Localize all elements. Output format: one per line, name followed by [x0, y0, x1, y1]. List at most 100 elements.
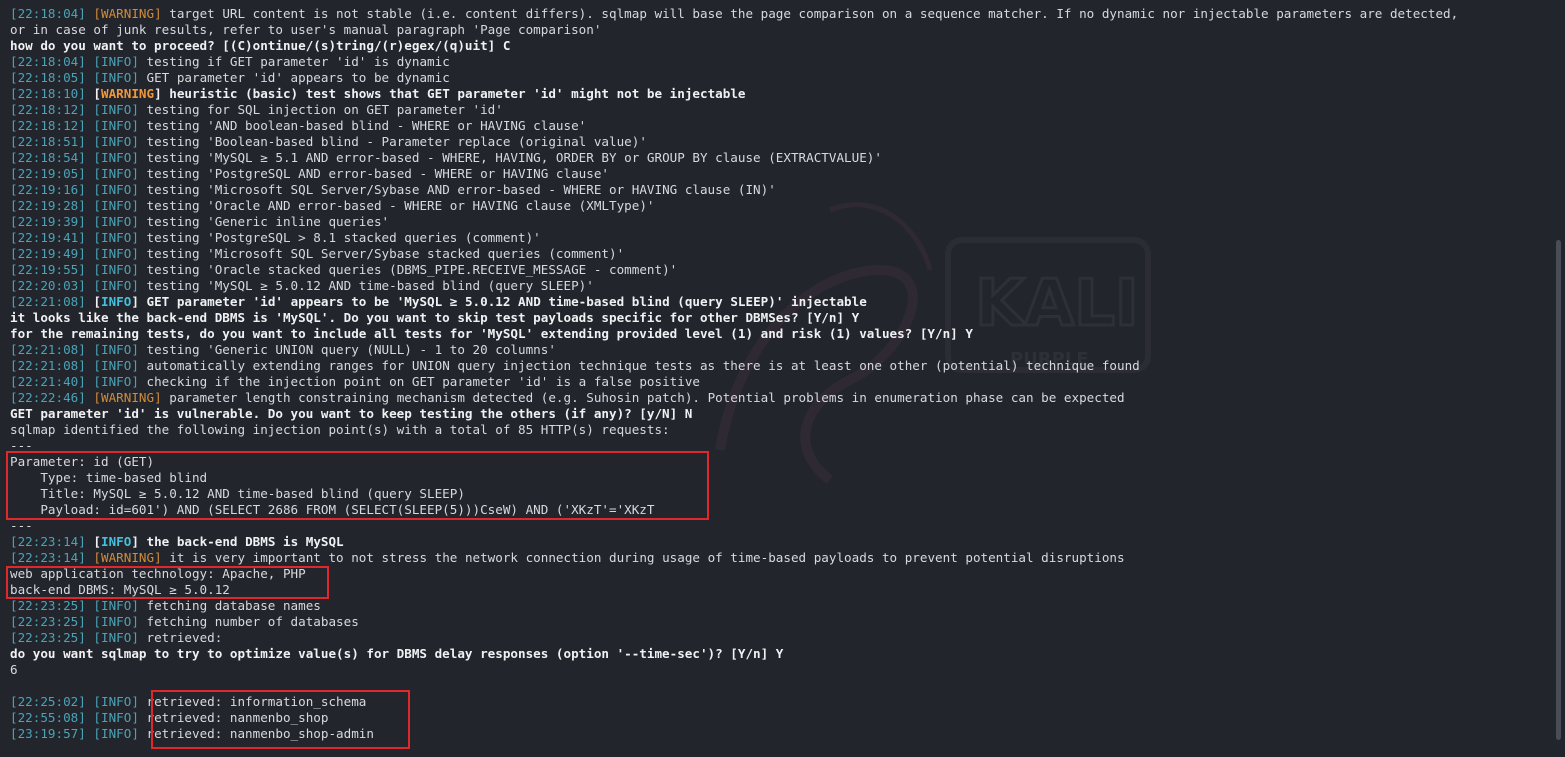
terminal-line: [22:21:08] [INFO] testing 'Generic UNION… — [10, 342, 1540, 358]
line-segment: [WARNING] — [93, 550, 162, 565]
line-segment: for the remaining tests, do you want to … — [10, 326, 973, 341]
line-segment: [22:25:02] — [10, 694, 94, 709]
line-segment: INFO — [101, 534, 132, 549]
line-segment: how do you want to proceed? [(C)ontinue/… — [10, 38, 511, 53]
line-segment: or in case of junk results, refer to use… — [10, 22, 602, 37]
terminal-line: or in case of junk results, refer to use… — [10, 22, 1540, 38]
line-segment: [22:18:04] — [10, 6, 94, 21]
line-segment: [INFO] — [93, 630, 139, 645]
line-segment: Payload: id=601') AND (SELECT 2686 FROM … — [10, 502, 655, 517]
terminal-line: Title: MySQL ≥ 5.0.12 AND time-based bli… — [10, 486, 1540, 502]
line-segment: [22:18:12] — [10, 118, 94, 133]
line-segment: Title: MySQL ≥ 5.0.12 AND time-based bli… — [10, 486, 465, 501]
line-segment: [ — [93, 294, 101, 309]
line-segment: [INFO] — [93, 246, 139, 261]
line-segment: [22:23:25] — [10, 630, 94, 645]
line-segment: [INFO] — [93, 694, 139, 709]
terminal-line: for the remaining tests, do you want to … — [10, 326, 1540, 342]
line-segment: [22:23:14] — [10, 534, 94, 549]
line-segment: [INFO] — [93, 598, 139, 613]
line-segment: ] GET parameter 'id' appears to be 'MySQ… — [131, 294, 867, 309]
terminal-line: [22:18:54] [INFO] testing 'MySQL ≥ 5.1 A… — [10, 150, 1540, 166]
terminal-window[interactable]: KALI PURPLE [22:18:04] [WARNING] target … — [0, 0, 1565, 757]
terminal-line: Type: time-based blind — [10, 470, 1540, 486]
line-segment: fetching database names — [138, 598, 321, 613]
line-segment: ] the back-end DBMS is MySQL — [131, 534, 344, 549]
line-segment: [22:19:55] — [10, 262, 94, 277]
line-segment: ] heuristic (basic) test shows that GET … — [154, 86, 746, 101]
line-segment: [22:19:39] — [10, 214, 94, 229]
line-segment: [ — [93, 86, 101, 101]
line-segment: [22:18:54] — [10, 150, 94, 165]
terminal-line: back-end DBMS: MySQL ≥ 5.0.12 — [10, 582, 1540, 598]
line-segment: testing for SQL injection on GET paramet… — [138, 102, 503, 117]
line-segment: [22:19:49] — [10, 246, 94, 261]
line-segment: [INFO] — [93, 710, 139, 725]
terminal-line: it looks like the back-end DBMS is 'MySQ… — [10, 310, 1540, 326]
line-segment: [INFO] — [93, 214, 139, 229]
terminal-line: [22:18:05] [INFO] GET parameter 'id' app… — [10, 70, 1540, 86]
line-segment: [INFO] — [93, 278, 139, 293]
line-segment: Type: time-based blind — [10, 470, 208, 485]
line-segment: [22:18:51] — [10, 134, 94, 149]
line-segment: testing 'PostgreSQL AND error-based - WH… — [138, 166, 609, 181]
terminal-line: [22:18:51] [INFO] testing 'Boolean-based… — [10, 134, 1540, 150]
line-segment: testing 'Oracle stacked queries (DBMS_PI… — [138, 262, 678, 277]
line-segment: testing 'AND boolean-based blind - WHERE… — [138, 118, 587, 133]
line-segment: [22:19:28] — [10, 198, 94, 213]
line-segment: [22:23:14] — [10, 550, 94, 565]
line-segment: sqlmap identified the following injectio… — [10, 422, 670, 437]
line-segment: 6 — [10, 662, 18, 677]
terminal-line: GET parameter 'id' is vulnerable. Do you… — [10, 406, 1540, 422]
line-segment: [22:18:10] — [10, 86, 94, 101]
line-segment: [INFO] — [93, 70, 139, 85]
line-segment: parameter length constraining mechanism … — [161, 390, 1125, 405]
line-segment: checking if the injection point on GET p… — [138, 374, 700, 389]
terminal-line: [23:19:57] [INFO] retrieved: nanmenbo_sh… — [10, 726, 1540, 742]
terminal-line: [22:19:16] [INFO] testing 'Microsoft SQL… — [10, 182, 1540, 198]
line-segment: retrieved: information_schema — [138, 694, 367, 709]
line-segment: testing 'PostgreSQL > 8.1 stacked querie… — [138, 230, 541, 245]
line-segment: testing 'Microsoft SQL Server/Sybase sta… — [138, 246, 625, 261]
line-segment: [INFO] — [93, 230, 139, 245]
line-segment: [INFO] — [93, 374, 139, 389]
line-segment: [22:18:12] — [10, 102, 94, 117]
terminal-line: [22:18:10] [WARNING] heuristic (basic) t… — [10, 86, 1540, 102]
line-segment: [23:19:57] — [10, 726, 94, 741]
terminal-line: [22:20:03] [INFO] testing 'MySQL ≥ 5.0.1… — [10, 278, 1540, 294]
terminal-line: [22:23:14] [WARNING] it is very importan… — [10, 550, 1540, 566]
line-segment: [22:19:41] — [10, 230, 94, 245]
line-segment: [22:23:25] — [10, 614, 94, 629]
line-segment: [22:18:05] — [10, 70, 94, 85]
terminal-line: --- — [10, 438, 1540, 454]
line-segment: --- — [10, 438, 33, 453]
line-segment: [INFO] — [93, 342, 139, 357]
line-segment: [ — [93, 534, 101, 549]
line-segment: [WARNING] — [93, 390, 162, 405]
vertical-scrollbar[interactable] — [1556, 240, 1561, 740]
terminal-line: [22:23:25] [INFO] fetching database name… — [10, 598, 1540, 614]
line-segment: [22:18:04] — [10, 54, 94, 69]
line-segment: [INFO] — [93, 166, 139, 181]
terminal-line: [22:55:08] [INFO] retrieved: nanmenbo_sh… — [10, 710, 1540, 726]
terminal-line: [22:23:25] [INFO] fetching number of dat… — [10, 614, 1540, 630]
line-segment: Parameter: id (GET) — [10, 454, 155, 469]
line-segment: [INFO] — [93, 102, 139, 117]
line-segment: [22:19:05] — [10, 166, 94, 181]
line-segment: [22:23:25] — [10, 598, 94, 613]
terminal-line: [22:19:55] [INFO] testing 'Oracle stacke… — [10, 262, 1540, 278]
line-segment: [22:21:08] — [10, 358, 94, 373]
line-segment: retrieved: nanmenbo_shop-admin — [138, 726, 374, 741]
line-segment: GET parameter 'id' is vulnerable. Do you… — [10, 406, 693, 421]
terminal-line: web application technology: Apache, PHP — [10, 566, 1540, 582]
terminal-line: Payload: id=601') AND (SELECT 2686 FROM … — [10, 502, 1540, 518]
line-segment: [22:21:08] — [10, 342, 94, 357]
terminal-line: [22:18:12] [INFO] testing 'AND boolean-b… — [10, 118, 1540, 134]
line-segment: [WARNING] — [93, 6, 162, 21]
terminal-line: [22:23:25] [INFO] retrieved: — [10, 630, 1540, 646]
terminal-line: [22:19:05] [INFO] testing 'PostgreSQL AN… — [10, 166, 1540, 182]
line-segment: INFO — [101, 294, 132, 309]
line-segment: do you want sqlmap to try to optimize va… — [10, 646, 784, 661]
line-segment: it looks like the back-end DBMS is 'MySQ… — [10, 310, 860, 325]
